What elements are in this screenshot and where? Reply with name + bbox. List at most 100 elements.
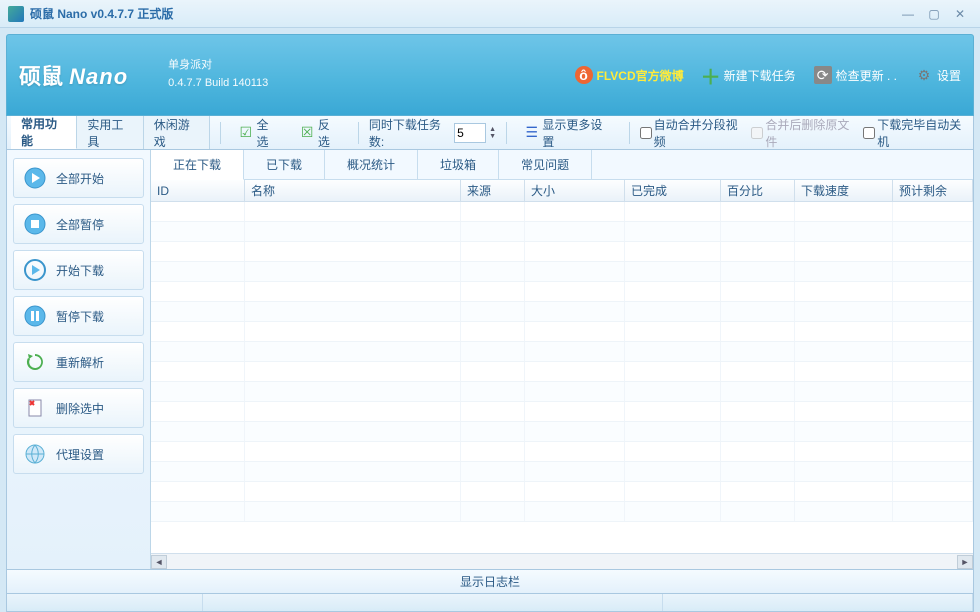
- grid-header: ID名称来源大小已完成百分比下载速度预计剩余: [151, 180, 973, 202]
- table-row: [151, 342, 973, 362]
- refresh-icon: [24, 351, 46, 373]
- select-all-button[interactable]: ☑ 全选: [231, 113, 286, 153]
- logo-en: Nano: [69, 64, 128, 89]
- download-tabs: 正在下载已下载概况统计垃圾箱常见问题: [151, 150, 973, 180]
- table-row: [151, 262, 973, 282]
- pause-icon: [24, 305, 46, 327]
- sidebar-item-label: 开始下载: [56, 262, 104, 279]
- check-update-label: 检查更新 . .: [836, 67, 897, 84]
- table-row: [151, 462, 973, 482]
- table-row: [151, 362, 973, 382]
- download-tab-0[interactable]: 正在下载: [151, 150, 244, 180]
- weibo-icon: ô: [575, 66, 593, 84]
- sidebar-item-delete[interactable]: 删除选中: [13, 388, 144, 428]
- table-row: [151, 402, 973, 422]
- gear-icon: ⚙: [915, 66, 933, 84]
- maximize-button[interactable]: ▢: [922, 5, 946, 23]
- sidebar-item-label: 全部开始: [56, 170, 104, 187]
- sidebar-item-play[interactable]: 开始下载: [13, 250, 144, 290]
- toolbar: 常用功能 实用工具 休闲游戏 ☑ 全选 ☒ 反选 同时下载任务数: ▲▼ ☰ 显…: [6, 116, 974, 150]
- sidebar-item-label: 代理设置: [56, 446, 104, 463]
- close-button[interactable]: ✕: [948, 5, 972, 23]
- auto-merge-input[interactable]: [640, 127, 652, 139]
- app-icon: [8, 6, 24, 22]
- settings-list-icon: ☰: [524, 125, 539, 141]
- table-row: [151, 442, 973, 462]
- grid-column-header[interactable]: 已完成: [625, 180, 721, 201]
- window-title: 硕鼠 Nano v0.4.7.7 正式版: [30, 5, 894, 22]
- stop-all-icon: [24, 213, 46, 235]
- sidebar-item-label: 删除选中: [56, 400, 104, 417]
- grid-column-header[interactable]: 名称: [245, 180, 461, 201]
- download-tab-2[interactable]: 概况统计: [325, 150, 418, 179]
- sidebar-item-stop-all[interactable]: 全部暂停: [13, 204, 144, 244]
- download-tab-1[interactable]: 已下载: [244, 150, 325, 179]
- sidebar-item-pause[interactable]: 暂停下载: [13, 296, 144, 336]
- sidebar-item-label: 暂停下载: [56, 308, 104, 325]
- new-task-button[interactable]: ＋ 新建下载任务: [702, 66, 796, 84]
- tab-games[interactable]: 休闲游戏: [144, 116, 210, 149]
- weibo-label: FLVCD官方微博: [597, 67, 684, 84]
- table-row: [151, 482, 973, 502]
- table-row: [151, 302, 973, 322]
- more-settings-button[interactable]: ☰ 显示更多设置: [517, 113, 619, 153]
- update-icon: ⟳: [814, 66, 832, 84]
- grid-body: [151, 202, 973, 522]
- sidebar-item-proxy[interactable]: 代理设置: [13, 434, 144, 474]
- logo-cn: 硕鼠: [19, 64, 63, 89]
- settings-button[interactable]: ⚙ 设置: [915, 66, 961, 84]
- sidebar-item-label: 重新解析: [56, 354, 104, 371]
- table-row: [151, 282, 973, 302]
- tab-tools[interactable]: 实用工具: [77, 116, 143, 149]
- concurrent-label: 同时下载任务数: ▲▼: [369, 116, 496, 150]
- auto-merge-checkbox[interactable]: 自动合并分段视频: [640, 116, 746, 150]
- delete-after-merge-input: [751, 127, 763, 139]
- delete-after-merge-checkbox: 合并后删除原文件: [751, 116, 857, 150]
- banner-tagline: 单身派对: [168, 57, 268, 75]
- plus-icon: ＋: [702, 66, 720, 84]
- toolbar-tabs: 常用功能 实用工具 休闲游戏: [11, 116, 210, 149]
- horizontal-scrollbar[interactable]: ◄ ►: [151, 553, 973, 569]
- grid-column-header[interactable]: ID: [151, 180, 245, 201]
- sidebar-item-refresh[interactable]: 重新解析: [13, 342, 144, 382]
- minimize-button[interactable]: —: [896, 5, 920, 23]
- download-tab-3[interactable]: 垃圾箱: [418, 150, 499, 179]
- table-row: [151, 502, 973, 522]
- table-row: [151, 322, 973, 342]
- settings-label: 设置: [937, 67, 961, 84]
- app-logo: 硕鼠 Nano: [19, 59, 128, 91]
- log-toggle-label: 显示日志栏: [460, 573, 520, 590]
- scroll-left-icon[interactable]: ◄: [151, 555, 167, 569]
- table-row: [151, 202, 973, 222]
- banner-build: 0.4.7.7 Build 140113: [168, 75, 268, 93]
- delete-icon: [24, 397, 46, 419]
- sidebar-item-play-all[interactable]: 全部开始: [13, 158, 144, 198]
- titlebar: 硕鼠 Nano v0.4.7.7 正式版 — ▢ ✕: [0, 0, 980, 28]
- concurrent-input[interactable]: [454, 123, 486, 143]
- shutdown-checkbox[interactable]: 下载完毕自动关机: [863, 116, 969, 150]
- select-all-icon: ☑: [238, 125, 253, 141]
- banner: 硕鼠 Nano 单身派对 0.4.7.7 Build 140113 ô FLVC…: [6, 34, 974, 116]
- invert-select-button[interactable]: ☒ 反选: [293, 113, 348, 153]
- weibo-link[interactable]: ô FLVCD官方微博: [575, 66, 684, 84]
- scroll-right-icon[interactable]: ►: [957, 555, 973, 569]
- grid-column-header[interactable]: 下载速度: [795, 180, 893, 201]
- table-row: [151, 382, 973, 402]
- table-row: [151, 242, 973, 262]
- spinner-icon[interactable]: ▲▼: [489, 126, 496, 140]
- select-all-label: 全选: [256, 116, 279, 150]
- shutdown-input[interactable]: [863, 127, 875, 139]
- play-icon: [24, 259, 46, 281]
- grid-column-header[interactable]: 大小: [525, 180, 625, 201]
- play-all-icon: [24, 167, 46, 189]
- sidebar-item-label: 全部暂停: [56, 216, 104, 233]
- grid-column-header[interactable]: 预计剩余: [893, 180, 973, 201]
- tab-common[interactable]: 常用功能: [11, 116, 77, 149]
- sidebar: 全部开始全部暂停开始下载暂停下载重新解析删除选中代理设置: [7, 150, 151, 569]
- grid-column-header[interactable]: 百分比: [721, 180, 795, 201]
- check-update-button[interactable]: ⟳ 检查更新 . .: [814, 66, 897, 84]
- grid-column-header[interactable]: 来源: [461, 180, 525, 201]
- download-tab-4[interactable]: 常见问题: [499, 150, 592, 179]
- download-grid: ID名称来源大小已完成百分比下载速度预计剩余: [151, 180, 973, 553]
- log-toggle-bar[interactable]: 显示日志栏: [6, 570, 974, 594]
